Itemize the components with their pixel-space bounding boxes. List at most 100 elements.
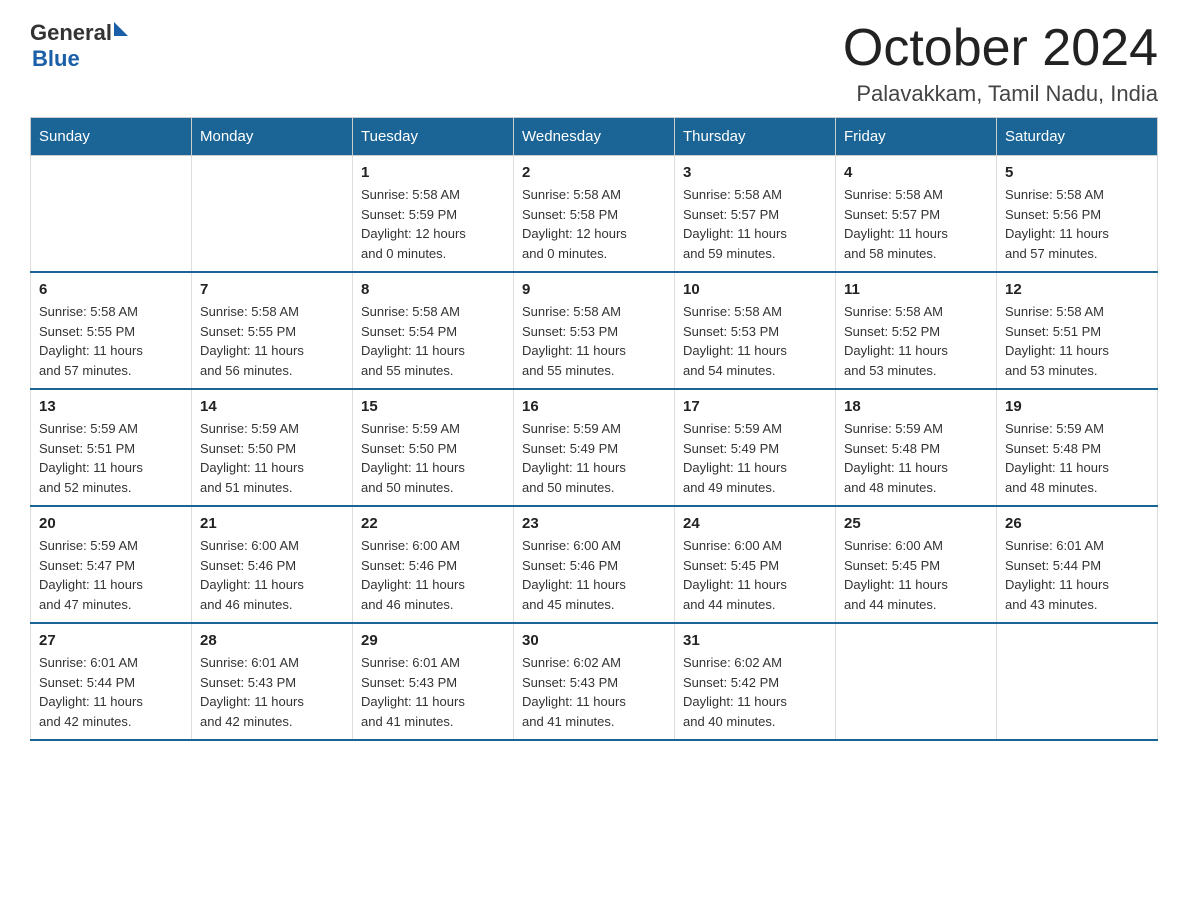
- day-number: 31: [683, 632, 827, 649]
- day-info: Sunrise: 5:58 AM Sunset: 5:53 PM Dayligh…: [522, 302, 666, 380]
- calendar-cell: [836, 623, 997, 740]
- day-info: Sunrise: 5:58 AM Sunset: 5:55 PM Dayligh…: [39, 302, 183, 380]
- calendar-cell: 12Sunrise: 5:58 AM Sunset: 5:51 PM Dayli…: [997, 272, 1158, 389]
- day-info: Sunrise: 5:59 AM Sunset: 5:48 PM Dayligh…: [844, 419, 988, 497]
- calendar-cell: [31, 156, 192, 273]
- day-info: Sunrise: 5:59 AM Sunset: 5:50 PM Dayligh…: [361, 419, 505, 497]
- day-number: 8: [361, 281, 505, 298]
- day-number: 9: [522, 281, 666, 298]
- day-number: 2: [522, 164, 666, 181]
- calendar-cell: [997, 623, 1158, 740]
- day-info: Sunrise: 5:59 AM Sunset: 5:48 PM Dayligh…: [1005, 419, 1149, 497]
- day-info: Sunrise: 5:58 AM Sunset: 5:54 PM Dayligh…: [361, 302, 505, 380]
- weekday-header-tuesday: Tuesday: [353, 118, 514, 156]
- day-info: Sunrise: 6:00 AM Sunset: 5:45 PM Dayligh…: [683, 536, 827, 614]
- calendar-cell: 15 Sunrise: 5:59 AM Sunset: 5:50 PM Dayli…: [353, 389, 514, 506]
- day-number: 15: [361, 398, 505, 415]
- calendar-table: SundayMondayTuesdayWednesdayThursdayFrid…: [30, 117, 1158, 741]
- calendar-week-row: 1 Sunrise: 5:58 AM Sunset: 5:59 PM Daylig…: [31, 156, 1158, 273]
- calendar-cell: 4 Sunrise: 5:58 AM Sunset: 5:57 PM Daylig…: [836, 156, 997, 273]
- day-info: Sunrise: 6:01 AM Sunset: 5:43 PM Dayligh…: [361, 653, 505, 731]
- day-number: 4: [844, 164, 988, 181]
- calendar-cell: 31 Sunrise: 6:02 AM Sunset: 5:42 PM Dayli…: [675, 623, 836, 740]
- day-info: Sunrise: 6:00 AM Sunset: 5:46 PM Dayligh…: [361, 536, 505, 614]
- logo-triangle-icon: [114, 22, 128, 36]
- day-info: Sunrise: 5:58 AM Sunset: 5:53 PM Dayligh…: [683, 302, 827, 380]
- calendar-cell: 17 Sunrise: 5:59 AM Sunset: 5:49 PM Dayli…: [675, 389, 836, 506]
- logo: General Blue: [30, 20, 128, 72]
- day-number: 27: [39, 632, 183, 649]
- day-number: 14: [200, 398, 344, 415]
- day-number: 11: [844, 281, 988, 298]
- calendar-cell: 16Sunrise: 5:59 AM Sunset: 5:49 PM Dayli…: [514, 389, 675, 506]
- logo-blue: Blue: [32, 46, 80, 72]
- day-info: Sunrise: 5:58 AM Sunset: 5:57 PM Dayligh…: [683, 185, 827, 263]
- day-info: Sunrise: 6:01 AM Sunset: 5:43 PM Dayligh…: [200, 653, 344, 731]
- weekday-header-saturday: Saturday: [997, 118, 1158, 156]
- day-info: Sunrise: 6:02 AM Sunset: 5:42 PM Dayligh…: [683, 653, 827, 731]
- day-info: Sunrise: 5:59 AM Sunset: 5:50 PM Dayligh…: [200, 419, 344, 497]
- calendar-cell: 2 Sunrise: 5:58 AM Sunset: 5:58 PM Daylig…: [514, 156, 675, 273]
- calendar-cell: 11 Sunrise: 5:58 AM Sunset: 5:52 PM Dayli…: [836, 272, 997, 389]
- day-info: Sunrise: 5:59 AM Sunset: 5:49 PM Dayligh…: [683, 419, 827, 497]
- day-number: 3: [683, 164, 827, 181]
- calendar-cell: 20 Sunrise: 5:59 AM Sunset: 5:47 PM Dayli…: [31, 506, 192, 623]
- calendar-cell: 5Sunrise: 5:58 AM Sunset: 5:56 PM Daylig…: [997, 156, 1158, 273]
- day-info: Sunrise: 5:58 AM Sunset: 5:52 PM Dayligh…: [844, 302, 988, 380]
- day-number: 22: [361, 515, 505, 532]
- calendar-cell: 3 Sunrise: 5:58 AM Sunset: 5:57 PM Daylig…: [675, 156, 836, 273]
- day-number: 21: [200, 515, 344, 532]
- page-header: General Blue October 2024 Palavakkam, Ta…: [30, 20, 1158, 107]
- day-number: 7: [200, 281, 344, 298]
- day-number: 6: [39, 281, 183, 298]
- day-info: Sunrise: 5:58 AM Sunset: 5:58 PM Dayligh…: [522, 185, 666, 263]
- day-info: Sunrise: 6:00 AM Sunset: 5:46 PM Dayligh…: [200, 536, 344, 614]
- calendar-cell: 25 Sunrise: 6:00 AM Sunset: 5:45 PM Dayli…: [836, 506, 997, 623]
- calendar-cell: 26Sunrise: 6:01 AM Sunset: 5:44 PM Dayli…: [997, 506, 1158, 623]
- day-info: Sunrise: 5:59 AM Sunset: 5:51 PM Dayligh…: [39, 419, 183, 497]
- title-block: October 2024 Palavakkam, Tamil Nadu, Ind…: [843, 20, 1158, 107]
- weekday-header-sunday: Sunday: [31, 118, 192, 156]
- calendar-cell: 28 Sunrise: 6:01 AM Sunset: 5:43 PM Dayli…: [192, 623, 353, 740]
- day-info: Sunrise: 5:58 AM Sunset: 5:57 PM Dayligh…: [844, 185, 988, 263]
- calendar-cell: [192, 156, 353, 273]
- weekday-header-thursday: Thursday: [675, 118, 836, 156]
- calendar-cell: 1 Sunrise: 5:58 AM Sunset: 5:59 PM Daylig…: [353, 156, 514, 273]
- day-info: Sunrise: 5:58 AM Sunset: 5:59 PM Dayligh…: [361, 185, 505, 263]
- day-number: 18: [844, 398, 988, 415]
- calendar-cell: 14 Sunrise: 5:59 AM Sunset: 5:50 PM Dayli…: [192, 389, 353, 506]
- day-info: Sunrise: 5:58 AM Sunset: 5:55 PM Dayligh…: [200, 302, 344, 380]
- day-number: 25: [844, 515, 988, 532]
- weekday-header-monday: Monday: [192, 118, 353, 156]
- location-title: Palavakkam, Tamil Nadu, India: [843, 81, 1158, 107]
- calendar-cell: 13 Sunrise: 5:59 AM Sunset: 5:51 PM Dayli…: [31, 389, 192, 506]
- day-info: Sunrise: 6:00 AM Sunset: 5:45 PM Dayligh…: [844, 536, 988, 614]
- day-number: 17: [683, 398, 827, 415]
- day-number: 1: [361, 164, 505, 181]
- calendar-cell: 9 Sunrise: 5:58 AM Sunset: 5:53 PM Daylig…: [514, 272, 675, 389]
- weekday-header-wednesday: Wednesday: [514, 118, 675, 156]
- day-number: 29: [361, 632, 505, 649]
- day-info: Sunrise: 6:02 AM Sunset: 5:43 PM Dayligh…: [522, 653, 666, 731]
- day-info: Sunrise: 5:59 AM Sunset: 5:49 PM Dayligh…: [522, 419, 666, 497]
- day-number: 13: [39, 398, 183, 415]
- day-info: Sunrise: 5:59 AM Sunset: 5:47 PM Dayligh…: [39, 536, 183, 614]
- calendar-week-row: 13 Sunrise: 5:59 AM Sunset: 5:51 PM Dayli…: [31, 389, 1158, 506]
- calendar-week-row: 20 Sunrise: 5:59 AM Sunset: 5:47 PM Dayli…: [31, 506, 1158, 623]
- month-title: October 2024: [843, 20, 1158, 77]
- day-number: 20: [39, 515, 183, 532]
- calendar-cell: 30 Sunrise: 6:02 AM Sunset: 5:43 PM Dayli…: [514, 623, 675, 740]
- calendar-cell: 18 Sunrise: 5:59 AM Sunset: 5:48 PM Dayli…: [836, 389, 997, 506]
- day-info: Sunrise: 5:58 AM Sunset: 5:51 PM Dayligh…: [1005, 302, 1149, 380]
- calendar-cell: 19Sunrise: 5:59 AM Sunset: 5:48 PM Dayli…: [997, 389, 1158, 506]
- calendar-cell: 7 Sunrise: 5:58 AM Sunset: 5:55 PM Daylig…: [192, 272, 353, 389]
- day-number: 5: [1005, 164, 1149, 181]
- calendar-header-row: SundayMondayTuesdayWednesdayThursdayFrid…: [31, 118, 1158, 156]
- day-number: 10: [683, 281, 827, 298]
- calendar-cell: 21 Sunrise: 6:00 AM Sunset: 5:46 PM Dayli…: [192, 506, 353, 623]
- calendar-cell: 10 Sunrise: 5:58 AM Sunset: 5:53 PM Dayli…: [675, 272, 836, 389]
- day-number: 30: [522, 632, 666, 649]
- day-number: 26: [1005, 515, 1149, 532]
- calendar-cell: 24Sunrise: 6:00 AM Sunset: 5:45 PM Dayli…: [675, 506, 836, 623]
- day-number: 28: [200, 632, 344, 649]
